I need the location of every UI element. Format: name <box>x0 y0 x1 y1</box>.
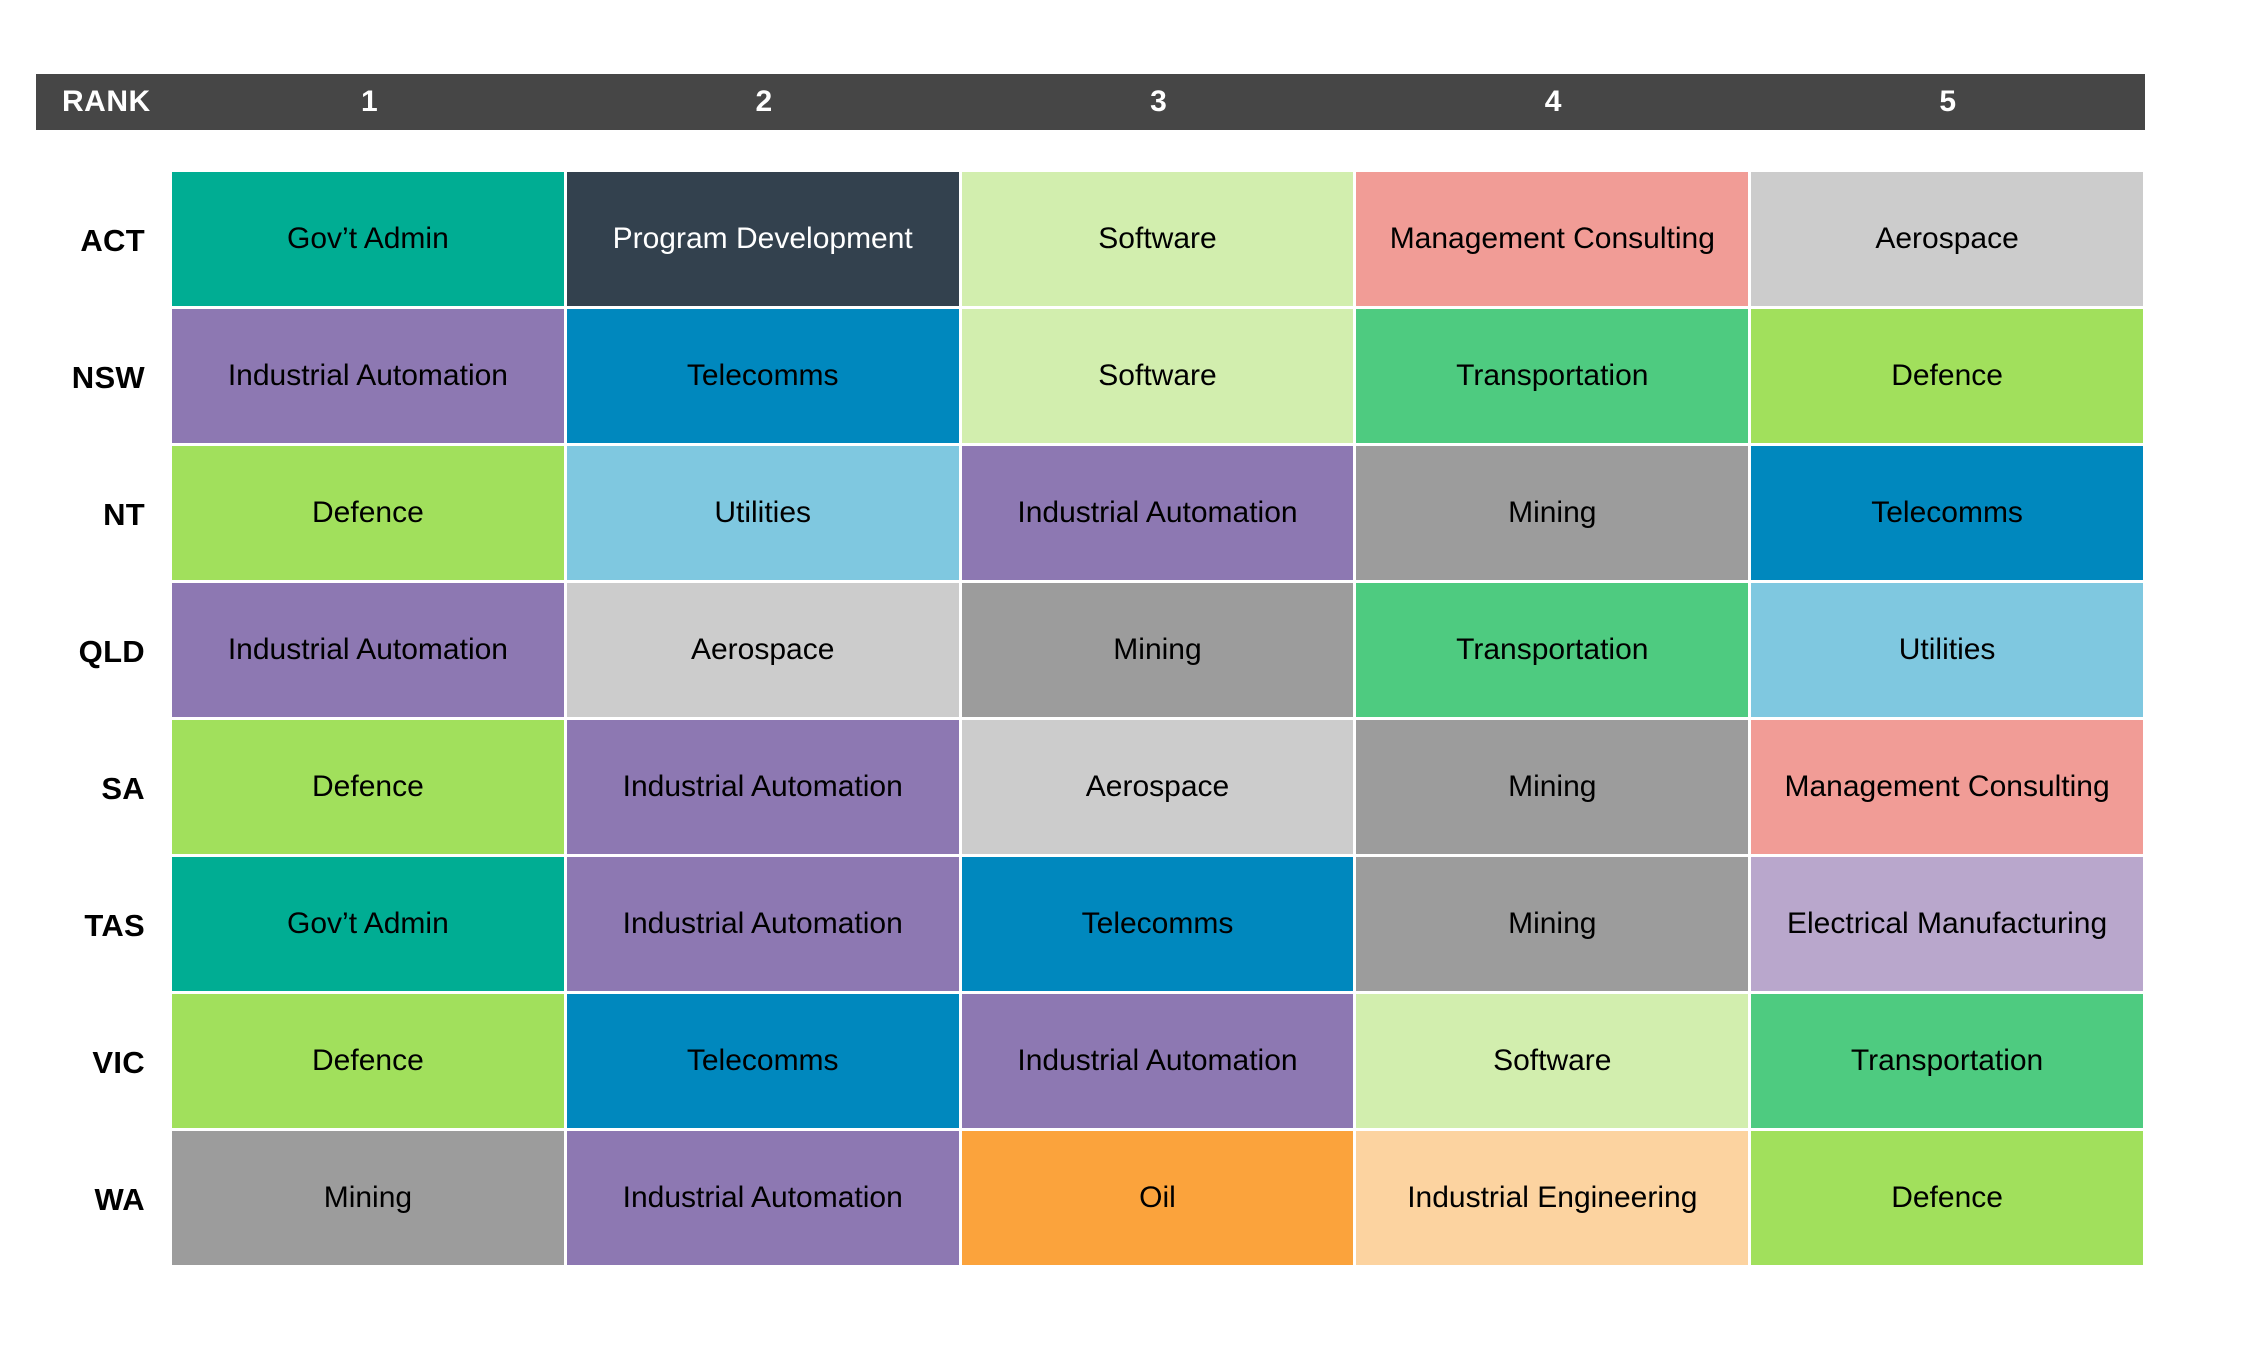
cell-qld-rank-4[interactable]: Transportation <box>1356 583 1749 717</box>
cell-sa-rank-5[interactable]: Management Consulting <box>1751 720 2143 854</box>
cell-vic-rank-5[interactable]: Transportation <box>1751 994 2143 1128</box>
table-row: TAS Gov’t Admin Industrial Automation Telec… <box>0 857 2244 994</box>
cell-nsw-rank-3[interactable]: Software <box>961 309 1354 443</box>
cell-sa-rank-4[interactable]: Mining <box>1356 720 1749 854</box>
cell-sa-rank-2[interactable]: Industrial Automation <box>566 720 959 854</box>
cell-nt-rank-2[interactable]: Utilities <box>566 446 959 580</box>
header-rank-label: RANK <box>62 85 151 118</box>
row-label-qld: QLD <box>78 633 145 669</box>
cell-sa-rank-3[interactable]: Aerospace <box>961 720 1354 854</box>
row-label-wa: WA <box>94 1181 145 1217</box>
header-column-2: 2 <box>755 85 773 118</box>
cell-vic-rank-4[interactable]: Software <box>1356 994 1749 1128</box>
cell-wa-rank-2[interactable]: Industrial Automation <box>566 1131 959 1265</box>
cell-tas-rank-2[interactable]: Industrial Automation <box>566 857 959 991</box>
row-cells: Gov’t Admin Industrial Automation Telecomm… <box>172 857 2244 994</box>
cell-vic-rank-3[interactable]: Industrial Automation <box>961 994 1354 1128</box>
header-column-labels: 1 2 3 4 5 <box>172 74 2145 130</box>
cell-wa-rank-3[interactable]: Oil <box>961 1131 1354 1265</box>
table-row: NSW Industrial Automation Telecomms Softwar… <box>0 309 2244 446</box>
cell-act-rank-4[interactable]: Management Consulting <box>1356 172 1749 306</box>
header-column-5: 5 <box>1939 85 1957 118</box>
cell-vic-rank-1[interactable]: Defence <box>172 994 564 1128</box>
cell-nsw-rank-1[interactable]: Industrial Automation <box>172 309 564 443</box>
cell-tas-rank-4[interactable]: Mining <box>1356 857 1749 991</box>
row-label-nsw: NSW <box>71 359 145 395</box>
table-row: WA Mining Industrial Automation Oil Industri… <box>0 1131 2244 1268</box>
row-cells: Defence Utilities Industrial Automation Min… <box>172 446 2244 583</box>
table-header-bar: RANK 1 2 3 4 5 <box>36 74 2145 130</box>
row-cells: Industrial Automation Telecomms Software Tr… <box>172 309 2244 446</box>
cell-wa-rank-1[interactable]: Mining <box>172 1131 564 1265</box>
cell-nsw-rank-2[interactable]: Telecomms <box>566 309 959 443</box>
header-column-4: 4 <box>1544 85 1562 118</box>
row-cells: Industrial Automation Aerospace Mining Tran… <box>172 583 2244 720</box>
row-label-sa: SA <box>101 770 145 806</box>
table-row: ACT Gov’t Admin Program Development Softwar… <box>0 172 2244 309</box>
cell-qld-rank-2[interactable]: Aerospace <box>566 583 959 717</box>
row-cells: Defence Industrial Automation Aerospace Min… <box>172 720 2244 857</box>
cell-nt-rank-5[interactable]: Telecomms <box>1751 446 2143 580</box>
cell-nt-rank-3[interactable]: Industrial Automation <box>961 446 1354 580</box>
cell-qld-rank-5[interactable]: Utilities <box>1751 583 2143 717</box>
cell-act-rank-1[interactable]: Gov’t Admin <box>172 172 564 306</box>
cell-qld-rank-3[interactable]: Mining <box>961 583 1354 717</box>
cell-act-rank-2[interactable]: Program Development <box>566 172 959 306</box>
cell-tas-rank-5[interactable]: Electrical Manufacturing <box>1751 857 2143 991</box>
table-row: NT Defence Utilities Industrial Automation M… <box>0 446 2244 583</box>
cell-nt-rank-4[interactable]: Mining <box>1356 446 1749 580</box>
table-row: SA Defence Industrial Automation Aerospace M… <box>0 720 2244 857</box>
ranking-matrix-page: RANK 12345 ACT Gov’t Admin Program Develop… <box>0 0 2244 1358</box>
ranking-grid: ACT Gov’t Admin Program Development Softwar… <box>0 172 2244 1269</box>
cell-act-rank-5[interactable]: Aerospace <box>1751 172 2143 306</box>
header-column-3: 3 <box>1150 85 1167 118</box>
cell-vic-rank-2[interactable]: Telecomms <box>566 994 959 1128</box>
cell-qld-rank-1[interactable]: Industrial Automation <box>172 583 564 717</box>
cell-tas-rank-3[interactable]: Telecomms <box>961 857 1354 991</box>
row-cells: Mining Industrial Automation Oil Industrial… <box>172 1131 2244 1268</box>
row-label-vic: VIC <box>92 1044 145 1080</box>
row-label-tas: TAS <box>84 907 145 943</box>
cell-act-rank-3[interactable]: Software <box>961 172 1354 306</box>
header-column-1: 1 <box>360 85 378 118</box>
cell-wa-rank-5[interactable]: Defence <box>1751 1131 2143 1265</box>
table-row: QLD Industrial Automation Aerospace Mining T… <box>0 583 2244 720</box>
cell-wa-rank-4[interactable]: Industrial Engineering <box>1356 1131 1749 1265</box>
table-row: VIC Defence Telecomms Industrial Automation… <box>0 994 2244 1131</box>
cell-nsw-rank-5[interactable]: Defence <box>1751 309 2143 443</box>
row-label-nt: NT <box>103 496 145 532</box>
cell-sa-rank-1[interactable]: Defence <box>172 720 564 854</box>
row-cells: Gov’t Admin Program Development Software Ma… <box>172 172 2244 309</box>
cell-nt-rank-1[interactable]: Defence <box>172 446 564 580</box>
header-row: RANK 1 2 3 4 5 <box>36 74 2145 130</box>
cell-nsw-rank-4[interactable]: Transportation <box>1356 309 1749 443</box>
row-label-act: ACT <box>80 222 145 258</box>
row-cells: Defence Telecomms Industrial Automation Sof… <box>172 994 2244 1131</box>
cell-tas-rank-1[interactable]: Gov’t Admin <box>172 857 564 991</box>
